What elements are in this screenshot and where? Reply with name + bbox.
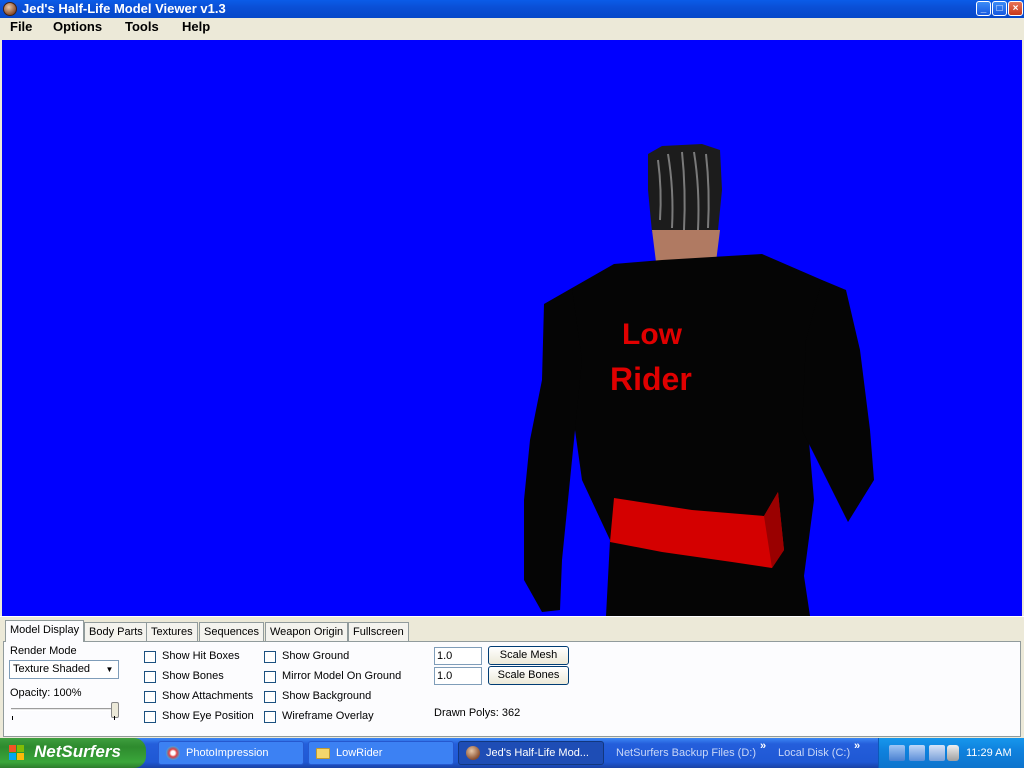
folder-icon	[316, 748, 330, 759]
show-bones-checkbox[interactable]	[144, 671, 156, 683]
render-mode-select[interactable]: Texture Shaded ▼	[9, 660, 119, 679]
network-icon[interactable]	[889, 745, 905, 761]
taskbar: NetSurfers PhotoImpression LowRider Jed'…	[0, 738, 1024, 768]
minimize-button[interactable]: _	[976, 1, 991, 16]
chevron-icon[interactable]: »	[854, 740, 860, 752]
start-label: NetSurfers	[34, 742, 121, 761]
jacket-text-low: Low	[622, 318, 683, 351]
show-hit-boxes-label: Show Hit Boxes	[162, 650, 240, 662]
menu-tools[interactable]: Tools	[123, 19, 161, 35]
taskbar-button-model-viewer[interactable]: Jed's Half-Life Mod...	[458, 741, 604, 765]
network-icon[interactable]	[929, 745, 945, 761]
show-bones-label: Show Bones	[162, 670, 224, 682]
jacket-text-rider: Rider	[610, 361, 692, 397]
quicklaunch-backup-files[interactable]: NetSurfers Backup Files (D:)	[616, 746, 756, 760]
photoimpression-icon	[166, 746, 180, 760]
scale-bones-value: 1.0	[437, 670, 453, 682]
show-ground-label: Show Ground	[282, 650, 350, 662]
scale-bones-button[interactable]: Scale Bones	[488, 666, 569, 685]
window-title: Jed's Half-Life Model Viewer v1.3	[22, 1, 226, 16]
character-model: Low Rider	[524, 144, 874, 616]
3d-viewport[interactable]: Low Rider	[2, 40, 1022, 616]
show-attachments-checkbox[interactable]	[144, 691, 156, 703]
show-background-label: Show Background	[282, 690, 372, 702]
menu-bar: File Options Tools Help	[0, 18, 1024, 37]
taskbar-label: Jed's Half-Life Mod...	[486, 747, 589, 759]
scale-mesh-input[interactable]: 1.0	[434, 647, 482, 665]
slider-tick	[12, 716, 13, 720]
title-bar[interactable]: Jed's Half-Life Model Viewer v1.3 _ □ ×	[0, 0, 1024, 18]
show-attachments-label: Show Attachments	[162, 690, 254, 702]
start-button[interactable]: NetSurfers	[0, 738, 146, 768]
show-eye-position-checkbox[interactable]	[144, 711, 156, 723]
slider-tick	[114, 716, 115, 720]
mirror-model-checkbox[interactable]	[264, 671, 276, 683]
taskbar-label: LowRider	[336, 747, 383, 759]
show-ground-checkbox[interactable]	[264, 651, 276, 663]
scale-bones-input[interactable]: 1.0	[434, 667, 482, 685]
menu-help[interactable]: Help	[180, 19, 212, 35]
app-icon[interactable]	[3, 2, 17, 16]
taskbar-button-lowrider[interactable]: LowRider	[308, 741, 454, 765]
clock[interactable]: 11:29 AM	[966, 746, 1012, 760]
quicklaunch-local-disk[interactable]: Local Disk (C:)	[778, 746, 850, 760]
taskbar-label: PhotoImpression	[186, 747, 269, 759]
tab-body-parts[interactable]: Body Parts	[84, 622, 148, 642]
tab-sequences[interactable]: Sequences	[199, 622, 265, 642]
mirror-model-label: Mirror Model On Ground	[282, 670, 402, 682]
scale-mesh-value: 1.0	[437, 650, 453, 662]
volume-icon[interactable]	[947, 745, 959, 761]
show-eye-position-label: Show Eye Position	[162, 710, 254, 722]
tab-textures[interactable]: Textures	[146, 622, 198, 642]
windows-flag-icon	[9, 745, 26, 761]
menu-options[interactable]: Options	[51, 19, 104, 35]
model-viewer-window: Jed's Half-Life Model Viewer v1.3 _ □ × …	[0, 0, 1024, 738]
opacity-slider-thumb[interactable]	[111, 702, 119, 718]
wireframe-overlay-label: Wireframe Overlay	[282, 710, 374, 722]
close-button[interactable]: ×	[1008, 1, 1023, 16]
maximize-button[interactable]: □	[992, 1, 1007, 16]
model-viewer-icon	[466, 746, 480, 760]
tab-weapon-origin[interactable]: Weapon Origin	[265, 622, 349, 642]
opacity-label: Opacity: 100%	[10, 687, 82, 699]
show-background-checkbox[interactable]	[264, 691, 276, 703]
render-mode-label: Render Mode	[10, 645, 77, 657]
chevron-down-icon[interactable]: ▼	[102, 662, 117, 677]
tab-fullscreen[interactable]: Fullscreen	[348, 622, 409, 642]
render-mode-value: Texture Shaded	[13, 663, 91, 675]
show-hit-boxes-checkbox[interactable]	[144, 651, 156, 663]
taskbar-button-photoimpression[interactable]: PhotoImpression	[158, 741, 304, 765]
scale-mesh-button[interactable]: Scale Mesh	[488, 646, 569, 665]
chevron-icon[interactable]: »	[760, 740, 766, 752]
drawn-polys-label: Drawn Polys: 362	[434, 707, 521, 719]
menu-file[interactable]: File	[8, 19, 34, 35]
wireframe-overlay-checkbox[interactable]	[264, 711, 276, 723]
tab-model-display[interactable]: Model Display	[5, 620, 85, 642]
system-tray: 11:29 AM	[878, 738, 1024, 768]
opacity-slider-track[interactable]	[11, 708, 115, 711]
network-icon[interactable]	[909, 745, 925, 761]
